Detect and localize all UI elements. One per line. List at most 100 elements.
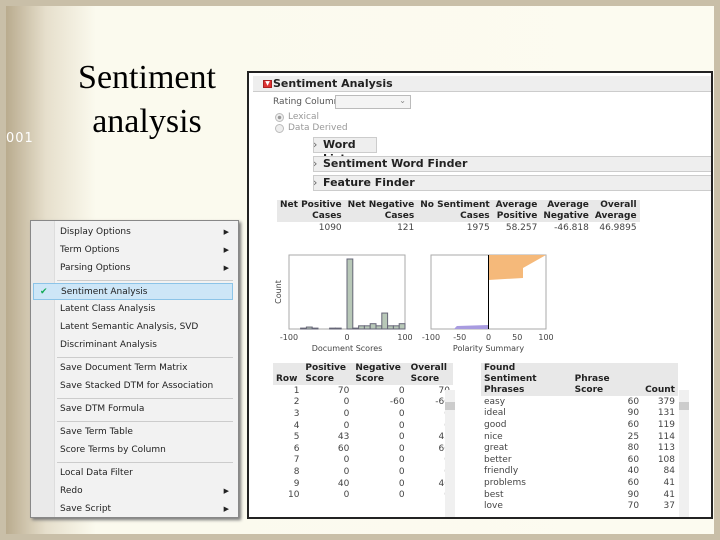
phrases-table-scrollbar[interactable] [679,390,689,517]
table-cell: 84 [663,466,675,477]
red-triangle-menu-icon[interactable]: ▼ [263,80,272,88]
table-cell: problems [484,477,526,488]
column-header[interactable]: Count [642,363,678,396]
menu-item-latent-semantic-analysis-svd[interactable]: Latent Semantic Analysis, SVD [33,319,233,336]
menu-item-label: Save DTM Formula [60,404,145,414]
table-row: better 60 108 [481,454,678,466]
submenu-arrow-icon: ▶ [223,487,229,495]
menu-item-label: Term Options [60,245,120,255]
column-header[interactable]: Phrase Score [571,363,643,396]
histogram-bar [334,327,342,330]
table-cell: 1 [293,385,300,396]
table-cell: 60 [337,443,350,454]
menu-item-label: Save Term Table [60,427,133,437]
menu-item-save-term-table[interactable]: Save Term Table [33,424,233,441]
table-cell: 60 [627,454,640,465]
menu-item-label: Save Document Term Matrix [60,363,188,373]
table-cell: 119 [657,419,675,430]
summary-header: Net Positive Cases [277,200,345,222]
menu-item-sentiment-analysis[interactable]: Sentiment Analysis ✔ [33,283,233,300]
column-header[interactable]: Positive Score [302,363,353,385]
section-sentiment-word-finder[interactable]: › Sentiment Word Finder [313,156,711,172]
x-tick-label: 50 [512,333,522,342]
scrollbar-thumb[interactable] [445,402,455,410]
column-header[interactable]: Found Sentiment Phrases [481,363,572,396]
title-line-2: analysis [92,103,202,140]
table-cell: great [484,443,508,454]
histogram-bar [358,325,365,330]
table-cell: 41 [663,489,675,500]
section-word-lists[interactable]: ›Word Lists [313,137,377,165]
menu-item-label: Save Script [60,504,112,514]
menu-separator [57,357,233,358]
table-row: 940040 [273,478,453,490]
table-row: 10000 [273,489,453,501]
menu-item-discriminant-analysis[interactable]: Discriminant Analysis [33,337,233,354]
table-row: best 90 41 [481,489,678,501]
menu-item-parsing-options[interactable]: Parsing Options ▶ [33,260,233,277]
histogram-bar [305,326,313,330]
menu-item-save-dtm-formula[interactable]: Save DTM Formula [33,401,233,418]
x-tick-label: -50 [453,333,466,342]
table-row: love 70 37 [481,500,678,512]
table-cell: 90 [627,489,640,500]
table-cell: 10 [287,490,300,501]
table-cell: 0 [343,397,350,408]
menu-item-label: Display Options [60,227,131,237]
menu-item-save-stacked-dtm-for-association[interactable]: Save Stacked DTM for Association [33,378,233,395]
doc-table-scrollbar[interactable] [445,390,455,517]
summary-header: Overall Average [591,200,640,222]
table-row: 4000 [273,420,453,432]
report-header[interactable]: ▼ Sentiment Analysis [253,76,711,92]
table-cell: love [484,501,503,512]
checkmark-icon: ✔ [40,287,48,297]
table-row: 170070 [273,385,453,397]
title-line-1: Sentiment [78,59,216,96]
section-feature-finder[interactable]: › Feature Finder [313,175,711,191]
chevron-right-icon: › [313,176,318,189]
menu-item-label: Parsing Options [60,263,131,273]
menu-item-label: Discriminant Analysis [60,340,157,350]
histogram-bar [398,323,406,330]
table-cell: 40 [627,466,640,477]
column-header[interactable]: Row [273,363,303,385]
radio-data-derived[interactable] [275,124,284,133]
table-cell: 0 [343,420,350,431]
chevron-right-icon: › [313,157,318,170]
menu-item-term-options[interactable]: Term Options ▶ [33,242,233,259]
menu-item-latent-class-analysis[interactable]: Latent Class Analysis [33,301,233,318]
column-header[interactable]: Overall Score [407,363,453,385]
menu-item-redo[interactable]: Redo ▶ [33,483,233,500]
histogram-bar [363,325,371,330]
table-cell: 0 [343,490,350,501]
table-cell: 80 [627,443,640,454]
table-cell: 2 [293,397,300,408]
menu-separator [57,421,233,422]
radio-lexical-label: Lexical [288,112,320,122]
table-cell: 379 [657,396,675,407]
table-cell: 60 [627,396,640,407]
table-row: great 80 113 [481,442,678,454]
table-row: good 60 119 [481,419,678,431]
column-header[interactable]: Negative Score [352,363,408,385]
table-cell: 114 [657,431,675,442]
rating-column-select[interactable]: ⌄ [335,95,411,109]
table-cell: 9 [293,478,300,489]
menu-item-local-data-filter[interactable]: Local Data Filter [33,465,233,482]
table-cell: 131 [657,408,675,419]
table-row: 8000 [273,466,453,478]
x-tick-label: -100 [280,333,298,342]
scrollbar-thumb[interactable] [679,402,689,410]
menu-item-score-terms-by-column[interactable]: Score Terms by Column [33,442,233,459]
menu-item-display-options[interactable]: Display Options ▶ [33,224,233,241]
menu-item-save-document-term-matrix[interactable]: Save Document Term Matrix [33,360,233,377]
table-cell: ideal [484,408,506,419]
submenu-arrow-icon: ▶ [223,264,229,272]
radio-lexical[interactable] [275,113,284,122]
table-row: ideal 90 131 [481,408,678,420]
menu-item-save-script[interactable]: Save Script ▶ [33,501,233,518]
table-cell: 4 [293,420,300,431]
table-cell: 0 [398,443,405,454]
table-row: nice 25 114 [481,431,678,443]
phrases-table: Found Sentiment Phrases Phrase Score Count e… [481,363,678,512]
